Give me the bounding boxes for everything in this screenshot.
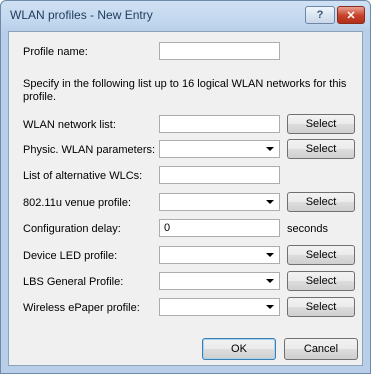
lbs-general-dropdown[interactable]	[159, 272, 280, 290]
alt-wlcs-input[interactable]	[159, 166, 280, 184]
chevron-down-icon	[266, 279, 274, 283]
wlan-network-list-input[interactable]	[159, 115, 280, 133]
chevron-down-icon	[266, 305, 274, 309]
chevron-down-icon	[266, 253, 274, 257]
close-button[interactable]: ✕	[337, 6, 365, 24]
epaper-dropdown[interactable]	[159, 298, 280, 316]
lbs-general-select-button[interactable]: Select	[287, 271, 355, 291]
venue-profile-select-button[interactable]: Select	[287, 192, 355, 212]
cancel-button[interactable]: Cancel	[284, 338, 358, 360]
epaper-label: Wireless ePaper profile:	[23, 302, 140, 314]
wlan-network-list-select-button[interactable]: Select	[287, 114, 355, 134]
profile-name-label: Profile name:	[23, 46, 88, 58]
chevron-down-icon	[266, 147, 274, 151]
config-delay-label: Configuration delay:	[23, 223, 121, 235]
device-led-label: Device LED profile:	[23, 250, 118, 262]
physic-wlan-select-button[interactable]: Select	[287, 139, 355, 159]
ok-button[interactable]: OK	[202, 338, 276, 360]
physic-wlan-label: Physic. WLAN parameters:	[23, 144, 156, 156]
profile-name-input[interactable]	[159, 42, 280, 60]
alt-wlcs-label: List of alternative WLCs:	[23, 170, 143, 182]
venue-profile-dropdown[interactable]	[159, 193, 280, 211]
epaper-select-button[interactable]: Select	[287, 297, 355, 317]
wlan-network-list-label: WLAN network list:	[23, 119, 116, 131]
device-led-select-button[interactable]: Select	[287, 245, 355, 265]
device-led-dropdown[interactable]	[159, 246, 280, 264]
window-title: WLAN profiles - New Entry	[10, 8, 153, 22]
dialog-body: Profile name: Specify in the following l…	[8, 31, 363, 366]
config-delay-unit: seconds	[287, 223, 328, 235]
dialog-window: WLAN profiles - New Entry ? ✕ Profile na…	[0, 0, 371, 374]
physic-wlan-dropdown[interactable]	[159, 140, 280, 158]
venue-profile-label: 802.11u venue profile:	[23, 197, 132, 209]
description-text: Specify in the following list up to 16 l…	[23, 78, 347, 103]
lbs-general-label: LBS General Profile:	[23, 276, 124, 288]
chevron-down-icon	[266, 200, 274, 204]
config-delay-input[interactable]: 0	[159, 219, 280, 237]
title-bar[interactable]: WLAN profiles - New Entry ? ✕	[1, 1, 370, 31]
help-button[interactable]: ?	[305, 6, 335, 24]
